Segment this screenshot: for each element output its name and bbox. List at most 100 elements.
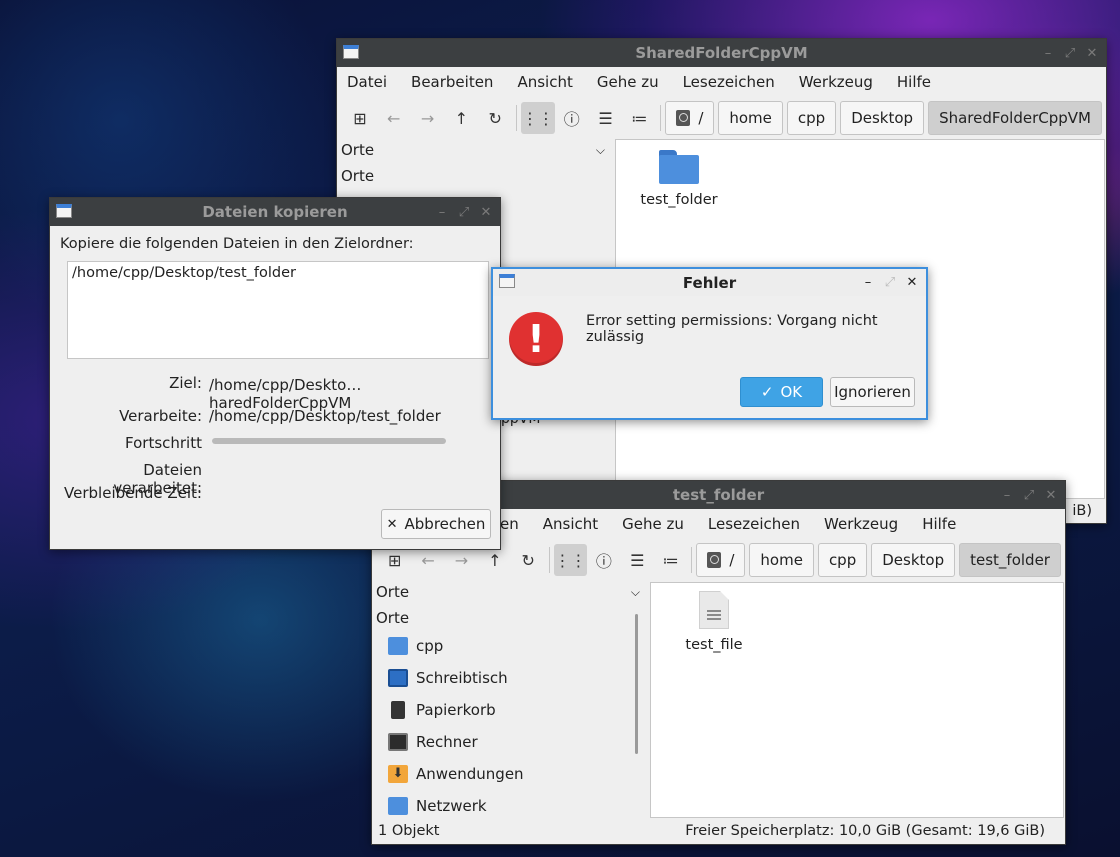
crumb-root[interactable]: /	[665, 101, 715, 135]
verarbeite-label: Verarbeite:	[119, 407, 202, 425]
menu-hilfe[interactable]: Hilfe	[897, 73, 943, 91]
side-scrollbar[interactable]	[635, 614, 638, 754]
menu-gehe-zu[interactable]: Gehe zu	[597, 73, 671, 91]
toolbar: ⊞ ← → ↑ ↻ ⋮⋮ ⓘ ☰ ≔ / home cpp Desktop Sh…	[337, 97, 1106, 139]
maximize-icon[interactable]: ⤢	[1064, 46, 1076, 61]
menu-datei[interactable]: Datei	[347, 73, 399, 91]
crumb-shared-folder[interactable]: SharedFolderCppVM	[928, 101, 1102, 135]
crumb-cpp[interactable]: cpp	[817, 543, 868, 577]
minimize-icon[interactable]: –	[862, 275, 874, 290]
reload-icon[interactable]: ↻	[478, 102, 512, 134]
menu-bearbeiten[interactable]: en	[500, 515, 531, 533]
close-icon[interactable]: ✕	[1045, 488, 1057, 503]
error-icon: !	[509, 312, 563, 366]
titlebar-error-dialog[interactable]: Fehler – ⤢ ✕	[493, 269, 926, 296]
source-file-path: /home/cpp/Desktop/test_folder	[72, 265, 297, 281]
window-title: Dateien kopieren	[202, 203, 348, 221]
menu-werkzeug[interactable]: Werkzeug	[824, 515, 910, 533]
compact-view-icon[interactable]: ☰	[621, 544, 654, 576]
places-item-rechner[interactable]: Rechner	[372, 726, 634, 758]
close-icon[interactable]: ✕	[906, 275, 918, 290]
maximize-icon[interactable]: ⤢	[1023, 488, 1035, 503]
list-view-icon[interactable]: ≔	[623, 102, 657, 134]
minimize-icon[interactable]: –	[1042, 46, 1054, 61]
cancel-label: Abbrechen	[404, 515, 486, 533]
info-icon[interactable]: ⓘ	[555, 102, 589, 134]
crumb-test-folder[interactable]: test_folder	[959, 543, 1061, 577]
crumb-desktop[interactable]: Desktop	[871, 543, 956, 577]
toolbar-separator	[548, 547, 550, 573]
crumb-home[interactable]: home	[749, 543, 814, 577]
icon-view-icon[interactable]: ⋮⋮	[553, 544, 588, 576]
dialog-error: Fehler – ⤢ ✕ ! Error setting permissions…	[491, 267, 928, 420]
menu-ansicht[interactable]: Ansicht	[543, 515, 610, 533]
titlebar-shared-folder[interactable]: SharedFolderCppVM – ⤢ ✕	[337, 39, 1106, 67]
file-item-folder[interactable]: test_folder	[634, 150, 724, 208]
ignore-label: Ignorieren	[834, 383, 911, 401]
places-item-schreibtisch[interactable]: Schreibtisch	[372, 662, 634, 694]
close-icon[interactable]: ✕	[480, 205, 492, 220]
menu-gehe-zu[interactable]: Gehe zu	[622, 515, 696, 533]
app-window-icon	[343, 45, 359, 59]
text-file-icon	[699, 591, 729, 629]
minimize-icon[interactable]: –	[1001, 488, 1013, 503]
file-item-file[interactable]: test_file	[669, 591, 759, 653]
file-view[interactable]: test_file	[650, 582, 1064, 818]
crumb-desktop[interactable]: Desktop	[840, 101, 925, 135]
titlebar-copy-dialog[interactable]: Dateien kopieren – ⤢ ✕	[50, 198, 500, 226]
cancel-button[interactable]: ✕ Abbrechen	[381, 509, 491, 539]
desktop-icon	[388, 669, 408, 687]
ziel-label: Ziel:	[169, 374, 202, 392]
compact-view-icon[interactable]: ☰	[589, 102, 623, 134]
menu-hilfe[interactable]: Hilfe	[922, 515, 968, 533]
places-label: Schreibtisch	[416, 669, 508, 687]
window-title: Fehler	[682, 273, 737, 292]
list-view-icon[interactable]: ≔	[654, 544, 687, 576]
network-folder-icon	[388, 797, 408, 815]
menu-lesezeichen[interactable]: Lesezeichen	[683, 73, 787, 91]
back-arrow-icon[interactable]: ←	[377, 102, 411, 134]
toolbar-separator	[691, 547, 693, 573]
drive-icon	[707, 552, 722, 568]
up-arrow-icon[interactable]: ↑	[444, 102, 478, 134]
menu-bearbeiten[interactable]: Bearbeiten	[411, 73, 505, 91]
crumb-cpp[interactable]: cpp	[786, 101, 837, 135]
new-tab-icon[interactable]: ⊞	[343, 102, 377, 134]
crumb-home[interactable]: home	[718, 101, 783, 135]
ok-button[interactable]: ✓ OK	[740, 377, 823, 407]
minimize-icon[interactable]: –	[436, 205, 448, 220]
places-title: Orte	[376, 609, 410, 627]
crumb-root[interactable]: /	[696, 543, 746, 577]
ok-label: OK	[780, 383, 803, 401]
places-label: Netzwerk	[416, 797, 487, 815]
menu-ansicht[interactable]: Ansicht	[517, 73, 584, 91]
status-free-space: Freier Speicherplatz: 10,0 GiB (Gesamt: …	[685, 823, 1045, 839]
info-icon[interactable]: ⓘ	[587, 544, 620, 576]
reload-icon[interactable]: ↻	[512, 544, 545, 576]
places-list: cpp Schreibtisch Papierkorb Rechner ⬇ An…	[372, 630, 634, 822]
side-pane-selector[interactable]: Orte ⌵	[372, 579, 648, 605]
fortschritt-label: Fortschritt	[125, 434, 202, 452]
menu-lesezeichen[interactable]: Lesezeichen	[708, 515, 812, 533]
places-item-cpp[interactable]: cpp	[372, 630, 634, 662]
forward-arrow-icon[interactable]: →	[411, 102, 445, 134]
close-icon[interactable]: ✕	[1086, 46, 1098, 61]
file-name: test_folder	[640, 192, 718, 208]
status-item-count: 1 Objekt	[378, 823, 440, 839]
dialog-copy-files: Dateien kopieren – ⤢ ✕ Kopiere die folge…	[49, 197, 501, 550]
places-label: Anwendungen	[416, 765, 524, 783]
ignore-button[interactable]: Ignorieren	[830, 377, 915, 407]
maximize-icon[interactable]: ⤢	[884, 275, 896, 290]
places-item-papierkorb[interactable]: Papierkorb	[372, 694, 634, 726]
places-item-anwendungen[interactable]: ⬇ Anwendungen	[372, 758, 634, 790]
icon-view-icon[interactable]: ⋮⋮	[521, 102, 555, 134]
side-pane-selector[interactable]: Orte ⌵	[337, 137, 613, 163]
remaining-label: Verbleibende Zeit:	[64, 484, 202, 502]
error-message: Error setting permissions: Vorgang nicht…	[586, 313, 878, 345]
menu-werkzeug[interactable]: Werkzeug	[799, 73, 885, 91]
source-file-list[interactable]: /home/cpp/Desktop/test_folder	[67, 261, 489, 359]
folder-icon	[659, 150, 699, 184]
side-pane-label: Orte	[341, 141, 375, 159]
maximize-icon[interactable]: ⤢	[458, 205, 470, 220]
copy-heading: Kopiere die folgenden Dateien in den Zie…	[60, 236, 414, 252]
